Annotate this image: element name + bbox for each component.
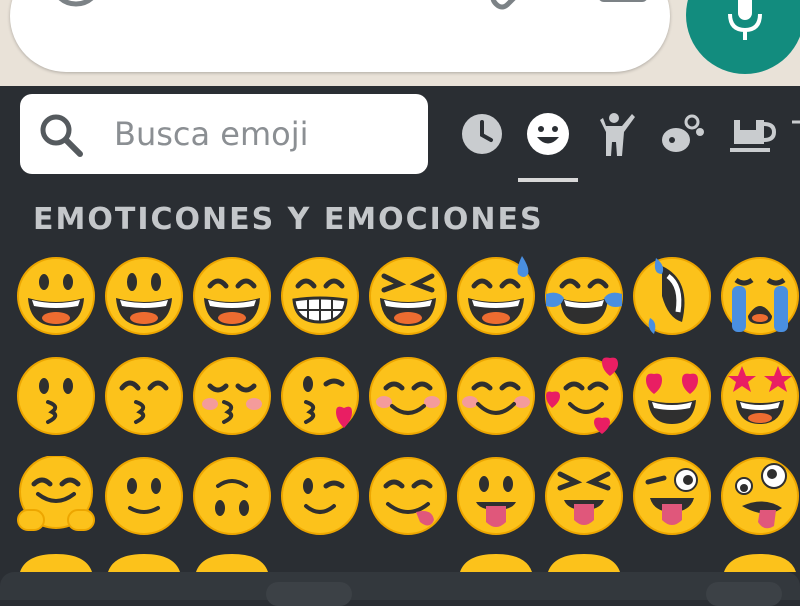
emoji-partial-row[interactable] — [16, 552, 96, 572]
emoji-kissing-closed-eyes[interactable] — [192, 356, 272, 436]
emoji-rolling-laughing[interactable] — [632, 256, 712, 336]
emoji-partial-row[interactable] — [192, 552, 272, 572]
emoji-panel: Busca emoji EMOTICONES Y EMOCIONES — [0, 86, 800, 600]
emoji-partial-row[interactable] — [544, 552, 624, 572]
emoji-partial-row[interactable] — [720, 552, 800, 572]
camera-icon[interactable] — [594, 0, 652, 8]
section-title: EMOTICONES Y EMOCIONES — [33, 202, 544, 237]
smiley-icon[interactable] — [46, 0, 106, 10]
emoji-star-struck[interactable] — [720, 356, 800, 436]
emoji-heart-eyes[interactable] — [632, 356, 712, 436]
emoji-beaming-teeth[interactable] — [280, 256, 360, 336]
emoji-search-box[interactable]: Busca emoji — [20, 94, 428, 174]
emoji-kissing[interactable] — [16, 356, 96, 436]
recent-clock-icon[interactable] — [458, 110, 506, 158]
message-input[interactable]: Escribe u... — [132, 0, 398, 12]
emoji-partial-row[interactable] — [104, 552, 184, 572]
emoji-blowing-kiss[interactable] — [280, 356, 360, 436]
emoji-partial-row[interactable] — [456, 552, 536, 572]
emoji-squinting-tongue[interactable] — [544, 456, 624, 536]
emoji-upside-down[interactable] — [192, 456, 272, 536]
emoji-bottom-bar — [0, 572, 800, 606]
microphone-icon — [728, 0, 762, 40]
person-icon[interactable] — [592, 110, 640, 158]
emoji-savoring-food[interactable] — [368, 456, 448, 536]
emoji-sweat-smile[interactable] — [456, 256, 536, 336]
emoji-smiling-blush[interactable] — [456, 356, 536, 436]
emoji-search-input[interactable]: Busca emoji — [114, 114, 309, 154]
nature-icon[interactable] — [658, 110, 706, 158]
emoji-tears-of-joy[interactable] — [544, 256, 624, 336]
emoji-winking[interactable] — [280, 456, 360, 536]
emoji-tongue-out[interactable] — [456, 456, 536, 536]
emoji-slightly-smiling[interactable] — [104, 456, 184, 536]
emoji-grinning-big-eyes[interactable] — [16, 256, 96, 336]
smiley-face-icon[interactable] — [524, 110, 572, 158]
paperclip-icon[interactable] — [482, 0, 538, 10]
emoji-squinting-laugh[interactable] — [368, 256, 448, 336]
emoji-hugging[interactable] — [16, 456, 96, 536]
emoji-zany[interactable] — [720, 456, 800, 536]
emoji-grinning-smiling-eyes[interactable] — [104, 256, 184, 336]
emoji-loudly-crying[interactable] — [720, 256, 800, 336]
bottom-tray — [0, 572, 800, 600]
emoji-winking-tongue[interactable] — [632, 456, 712, 536]
emoji-smiling[interactable] — [368, 356, 448, 436]
bottom-tab-emoji[interactable] — [266, 582, 352, 606]
emoji-smiling-hearts[interactable] — [544, 356, 624, 436]
emoji-kissing-smiling-eyes[interactable] — [104, 356, 184, 436]
message-composer[interactable]: Escribe u... — [10, 0, 670, 72]
more-category-icon[interactable] — [790, 110, 800, 158]
food-cup-icon[interactable] — [728, 110, 776, 158]
selected-tab-indicator — [518, 178, 578, 182]
emoji-grin-eyes[interactable] — [192, 256, 272, 336]
search-icon — [40, 114, 83, 157]
bottom-tab-gif[interactable] — [706, 582, 782, 606]
